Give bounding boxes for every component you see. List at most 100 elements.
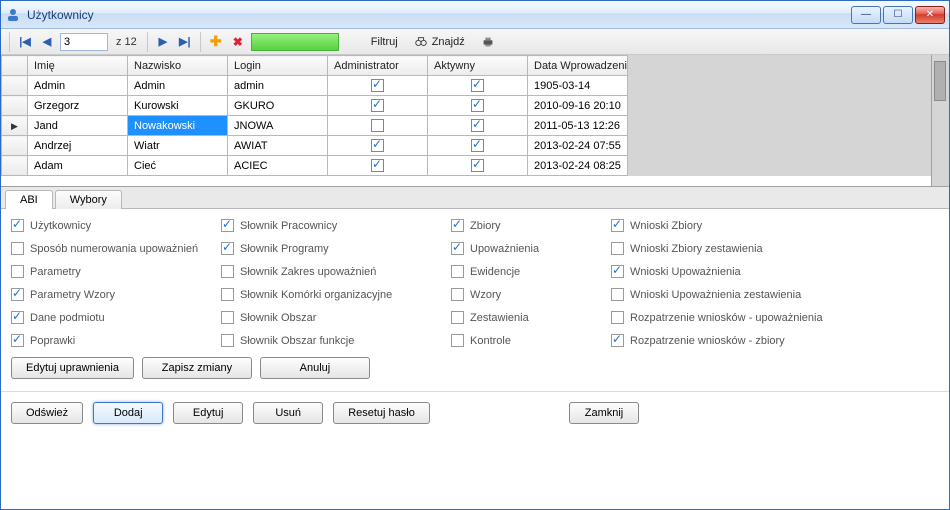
checkbox[interactable] bbox=[611, 311, 624, 324]
checkbox[interactable] bbox=[221, 334, 234, 347]
perm-item[interactable]: Użytkownicy bbox=[11, 219, 211, 232]
checkbox[interactable] bbox=[611, 334, 624, 347]
checkbox[interactable] bbox=[451, 265, 464, 278]
checkbox[interactable] bbox=[371, 119, 384, 132]
cell-login[interactable]: AWIAT bbox=[228, 136, 328, 156]
checkbox[interactable] bbox=[611, 242, 624, 255]
cell-nazwisko[interactable]: Cieć bbox=[128, 156, 228, 176]
perm-item[interactable]: Słownik Pracownicy bbox=[221, 219, 441, 232]
add-button[interactable]: Dodaj bbox=[93, 402, 163, 424]
nav-prev-icon[interactable]: ◀ bbox=[38, 33, 56, 51]
close-button[interactable]: ✕ bbox=[915, 6, 945, 24]
print-icon[interactable] bbox=[475, 35, 501, 49]
edit-permissions-button[interactable]: Edytuj uprawnienia bbox=[11, 357, 134, 379]
nav-next-icon[interactable]: ▶ bbox=[154, 33, 172, 51]
cell-active[interactable] bbox=[428, 136, 528, 156]
row-header[interactable] bbox=[2, 156, 28, 176]
checkbox[interactable] bbox=[11, 242, 24, 255]
checkbox[interactable] bbox=[11, 311, 24, 324]
cell-date[interactable]: 2011-05-13 12:26 bbox=[528, 116, 628, 136]
checkbox[interactable] bbox=[221, 219, 234, 232]
tab-abi[interactable]: ABI bbox=[5, 190, 53, 209]
cell-imie[interactable]: Adam bbox=[28, 156, 128, 176]
perm-item[interactable]: Sposób numerowania upoważnień bbox=[11, 242, 211, 255]
page-input[interactable] bbox=[60, 33, 108, 51]
row-header[interactable] bbox=[2, 76, 28, 96]
perm-item[interactable]: Rozpatrzenie wniosków - upoważnienia bbox=[611, 311, 911, 324]
cell-admin[interactable] bbox=[328, 76, 428, 96]
edit-button[interactable]: Edytuj bbox=[173, 402, 243, 424]
cell-admin[interactable] bbox=[328, 116, 428, 136]
cell-admin[interactable] bbox=[328, 156, 428, 176]
checkbox[interactable] bbox=[471, 79, 484, 92]
cell-admin[interactable] bbox=[328, 96, 428, 116]
checkbox[interactable] bbox=[371, 139, 384, 152]
checkbox[interactable] bbox=[451, 242, 464, 255]
cell-imie[interactable]: Jand bbox=[28, 116, 128, 136]
perm-item[interactable]: Poprawki bbox=[11, 334, 211, 347]
maximize-button[interactable]: ☐ bbox=[883, 6, 913, 24]
checkbox[interactable] bbox=[221, 265, 234, 278]
checkbox[interactable] bbox=[451, 334, 464, 347]
perm-item[interactable]: Słownik Zakres upoważnień bbox=[221, 265, 441, 278]
cell-date[interactable]: 1905-03-14 bbox=[528, 76, 628, 96]
checkbox[interactable] bbox=[451, 288, 464, 301]
col-header[interactable]: Administrator bbox=[328, 56, 428, 76]
users-grid[interactable]: ImięNazwiskoLoginAdministratorAktywnyDat… bbox=[1, 55, 931, 176]
grid-scrollbar[interactable] bbox=[931, 55, 949, 186]
perm-item[interactable]: Słownik Programy bbox=[221, 242, 441, 255]
perm-item[interactable]: Wnioski Zbiory zestawienia bbox=[611, 242, 911, 255]
refresh-button[interactable]: Odśwież bbox=[11, 402, 83, 424]
col-header[interactable]: Login bbox=[228, 56, 328, 76]
perm-item[interactable]: Rozpatrzenie wniosków - zbiory bbox=[611, 334, 911, 347]
cell-admin[interactable] bbox=[328, 136, 428, 156]
nav-last-icon[interactable]: ▶| bbox=[176, 33, 194, 51]
perm-item[interactable]: Wnioski Zbiory bbox=[611, 219, 911, 232]
perm-item[interactable]: Wnioski Upoważnienia zestawienia bbox=[611, 288, 911, 301]
checkbox[interactable] bbox=[221, 288, 234, 301]
perm-item[interactable]: Wzory bbox=[451, 288, 601, 301]
perm-item[interactable]: Zbiory bbox=[451, 219, 601, 232]
find-link[interactable]: Znajdź bbox=[408, 35, 471, 49]
perm-item[interactable]: Słownik Obszar funkcje bbox=[221, 334, 441, 347]
perm-item[interactable]: Słownik Komórki organizacyjne bbox=[221, 288, 441, 301]
delete-row-icon[interactable]: ✖ bbox=[229, 33, 247, 51]
save-changes-button[interactable]: Zapisz zmiany bbox=[142, 357, 252, 379]
row-header[interactable] bbox=[2, 116, 28, 136]
checkbox[interactable] bbox=[371, 79, 384, 92]
cell-date[interactable]: 2013-02-24 08:25 bbox=[528, 156, 628, 176]
row-header[interactable] bbox=[2, 96, 28, 116]
cell-login[interactable]: GKURO bbox=[228, 96, 328, 116]
cell-login[interactable]: admin bbox=[228, 76, 328, 96]
tab-wybory[interactable]: Wybory bbox=[55, 190, 122, 209]
cell-date[interactable]: 2013-02-24 07:55 bbox=[528, 136, 628, 156]
cancel-button[interactable]: Anuluj bbox=[260, 357, 370, 379]
checkbox[interactable] bbox=[451, 219, 464, 232]
checkbox[interactable] bbox=[11, 334, 24, 347]
close-dialog-button[interactable]: Zamknij bbox=[569, 402, 639, 424]
cell-nazwisko[interactable]: Kurowski bbox=[128, 96, 228, 116]
perm-item[interactable]: Słownik Obszar bbox=[221, 311, 441, 324]
checkbox[interactable] bbox=[221, 242, 234, 255]
col-header[interactable]: Data Wprowadzenia bbox=[528, 56, 628, 76]
col-header[interactable]: Imię bbox=[28, 56, 128, 76]
perm-item[interactable]: Upoważnienia bbox=[451, 242, 601, 255]
nav-first-icon[interactable]: |◀ bbox=[16, 33, 34, 51]
perm-item[interactable]: Kontrole bbox=[451, 334, 601, 347]
perm-item[interactable]: Zestawienia bbox=[451, 311, 601, 324]
checkbox[interactable] bbox=[471, 139, 484, 152]
checkbox[interactable] bbox=[471, 119, 484, 132]
cell-imie[interactable]: Andrzej bbox=[28, 136, 128, 156]
cell-active[interactable] bbox=[428, 96, 528, 116]
row-header[interactable] bbox=[2, 136, 28, 156]
col-header[interactable]: Nazwisko bbox=[128, 56, 228, 76]
cell-nazwisko[interactable]: Admin bbox=[128, 76, 228, 96]
checkbox[interactable] bbox=[471, 159, 484, 172]
reset-password-button[interactable]: Resetuj hasło bbox=[333, 402, 430, 424]
checkbox[interactable] bbox=[11, 265, 24, 278]
perm-item[interactable]: Dane podmiotu bbox=[11, 311, 211, 324]
cell-login[interactable]: ACIEC bbox=[228, 156, 328, 176]
perm-item[interactable]: Parametry Wzory bbox=[11, 288, 211, 301]
cell-nazwisko[interactable]: Wiatr bbox=[128, 136, 228, 156]
cell-nazwisko[interactable]: Nowakowski bbox=[128, 116, 228, 136]
